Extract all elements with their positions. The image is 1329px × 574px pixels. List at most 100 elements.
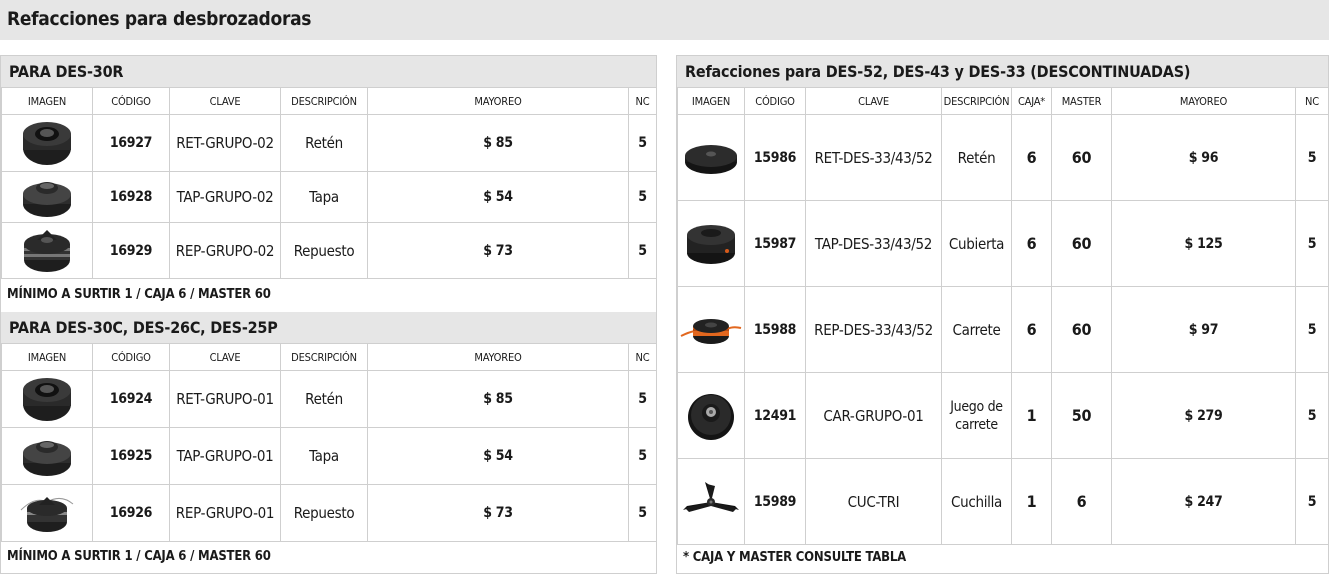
nc-cell: 5 <box>628 484 657 542</box>
parts-table-des30r: IMAGEN CÓDIGO CLAVE DESCRIPCIÓN MAYOREO … <box>1 87 657 279</box>
clave-cell: RET-DES-33/43/52 <box>805 114 942 201</box>
col-imagen: IMAGEN <box>1 343 93 371</box>
descripcion-cell: Juego de carrete <box>941 372 1012 459</box>
clave-cell: RET-GRUPO-01 <box>169 370 281 428</box>
left-panel: PARA DES-30R IMAGEN CÓDIGO CLAVE DESCRIP… <box>0 55 657 574</box>
clave-cell: REP-GRUPO-02 <box>169 222 281 279</box>
codigo-cell: 16927 <box>92 114 170 172</box>
mayoreo-cell: $ 97 <box>1111 286 1296 373</box>
nc-cell: 5 <box>1295 286 1329 373</box>
caja-cell: 1 <box>1011 372 1052 459</box>
spool-set-icon <box>688 393 734 440</box>
nc-cell: 5 <box>1295 114 1329 201</box>
product-image-cell <box>677 286 745 373</box>
mayoreo-cell: $ 279 <box>1111 372 1296 459</box>
clave-cell: TAP-GRUPO-01 <box>169 427 281 485</box>
retainer-nut-icon <box>23 122 71 165</box>
mayoreo-cell: $ 85 <box>367 114 629 172</box>
codigo-cell: 15989 <box>744 458 806 545</box>
nc-cell: 5 <box>628 114 657 172</box>
descripcion-cell: Retén <box>280 114 368 172</box>
section-title-discontinued: Refacciones para DES-52, DES-43 y DES-33… <box>677 56 1328 87</box>
codigo-cell: 15988 <box>744 286 806 373</box>
master-cell: 60 <box>1051 114 1112 201</box>
col-mayoreo: MAYOREO <box>1111 87 1296 115</box>
section-title-des30c: PARA DES-30C, DES-26C, DES-25P <box>1 312 656 343</box>
spool-cap-icon <box>23 441 71 476</box>
col-master: MASTER <box>1051 87 1112 115</box>
spool-cap-icon <box>23 182 71 217</box>
descripcion-cell: Tapa <box>280 171 368 223</box>
table-row: 16927 RET-GRUPO-02 Retén $ 85 5 <box>1 114 657 172</box>
codigo-cell: 16926 <box>92 484 170 542</box>
col-codigo: CÓDIGO <box>92 87 170 115</box>
col-clave: CLAVE <box>169 87 281 115</box>
mayoreo-cell: $ 96 <box>1111 114 1296 201</box>
descripcion-cell: Repuesto <box>280 484 368 542</box>
minimum-order-note: MÍNIMO A SURTIR 1 / CAJA 6 / MASTER 60 <box>7 549 271 564</box>
product-image-cell <box>677 458 745 545</box>
col-imagen: IMAGEN <box>1 87 93 115</box>
nc-cell: 5 <box>628 427 657 485</box>
codigo-cell: 16929 <box>92 222 170 279</box>
right-panel: Refacciones para DES-52, DES-43 y DES-33… <box>676 55 1329 574</box>
descripcion-cell: Retén <box>280 370 368 428</box>
nc-cell: 5 <box>1295 372 1329 459</box>
spool-refill-icon <box>20 497 74 532</box>
caja-cell: 6 <box>1011 200 1052 287</box>
table-row: 15986 RET-DES-33/43/52 Retén 6 60 $ 96 5 <box>677 114 1329 201</box>
blade-icon <box>683 481 739 512</box>
clave-cell: REP-DES-33/43/52 <box>805 286 942 373</box>
col-descripcion: DESCRIPCIÓN <box>280 343 368 371</box>
clave-cell: CUC-TRI <box>805 458 942 545</box>
caja-cell: 6 <box>1011 114 1052 201</box>
mayoreo-cell: $ 54 <box>367 427 629 485</box>
caja-cell: 6 <box>1011 286 1052 373</box>
mayoreo-cell: $ 85 <box>367 370 629 428</box>
clave-cell: CAR-GRUPO-01 <box>805 372 942 459</box>
table-row: 15987 TAP-DES-33/43/52 Cubierta 6 60 $ 1… <box>677 200 1329 287</box>
nc-cell: 5 <box>1295 458 1329 545</box>
caja-cell: 1 <box>1011 458 1052 545</box>
table-row: 15988 REP-DES-33/43/52 Carrete 6 60 $ 97… <box>677 286 1329 373</box>
col-descripcion: DESCRIPCIÓN <box>280 87 368 115</box>
nc-cell: 5 <box>628 370 657 428</box>
product-image-cell <box>677 114 745 201</box>
product-image-cell <box>1 114 93 172</box>
clave-cell: TAP-DES-33/43/52 <box>805 200 942 287</box>
descripcion-cell: Cubierta <box>941 200 1012 287</box>
col-mayoreo: MAYOREO <box>367 343 629 371</box>
product-image-cell <box>1 484 93 542</box>
line-spool-icon <box>680 318 742 344</box>
parts-table-des30c: IMAGEN CÓDIGO CLAVE DESCRIPCIÓN MAYOREO … <box>1 343 657 542</box>
mayoreo-cell: $ 73 <box>367 222 629 279</box>
mayoreo-cell: $ 247 <box>1111 458 1296 545</box>
parts-table-discontinued: IMAGEN CÓDIGO CLAVE DESCRIPCIÓN CAJA* MA… <box>677 87 1329 545</box>
nc-cell: 5 <box>628 171 657 223</box>
descripcion-cell: Retén <box>941 114 1012 201</box>
col-nc: NC <box>628 343 657 371</box>
codigo-cell: 12491 <box>744 372 806 459</box>
col-clave: CLAVE <box>805 87 942 115</box>
col-codigo: CÓDIGO <box>744 87 806 115</box>
table-row: 12491 CAR-GRUPO-01 Juego de carrete 1 50… <box>677 372 1329 459</box>
mayoreo-cell: $ 73 <box>367 484 629 542</box>
col-mayoreo: MAYOREO <box>367 87 629 115</box>
col-nc: NC <box>628 87 657 115</box>
table-header-row: IMAGEN CÓDIGO CLAVE DESCRIPCIÓN MAYOREO … <box>1 87 657 115</box>
minimum-order-note: MÍNIMO A SURTIR 1 / CAJA 6 / MASTER 60 <box>7 287 271 302</box>
col-descripcion: DESCRIPCIÓN <box>941 87 1012 115</box>
product-image-cell <box>677 200 745 287</box>
codigo-cell: 15987 <box>744 200 806 287</box>
descripcion-cell: Cuchilla <box>941 458 1012 545</box>
descripcion-cell: Tapa <box>280 427 368 485</box>
descripcion-cell: Repuesto <box>280 222 368 279</box>
product-image-cell <box>1 171 93 223</box>
col-imagen: IMAGEN <box>677 87 745 115</box>
nc-cell: 5 <box>1295 200 1329 287</box>
product-image-cell <box>1 222 93 279</box>
table-header-row: IMAGEN CÓDIGO CLAVE DESCRIPCIÓN CAJA* MA… <box>677 87 1329 115</box>
section-title-des30r: PARA DES-30R <box>1 56 656 87</box>
table-row: 16925 TAP-GRUPO-01 Tapa $ 54 5 <box>1 427 657 485</box>
table-row: 16928 TAP-GRUPO-02 Tapa $ 54 5 <box>1 171 657 223</box>
